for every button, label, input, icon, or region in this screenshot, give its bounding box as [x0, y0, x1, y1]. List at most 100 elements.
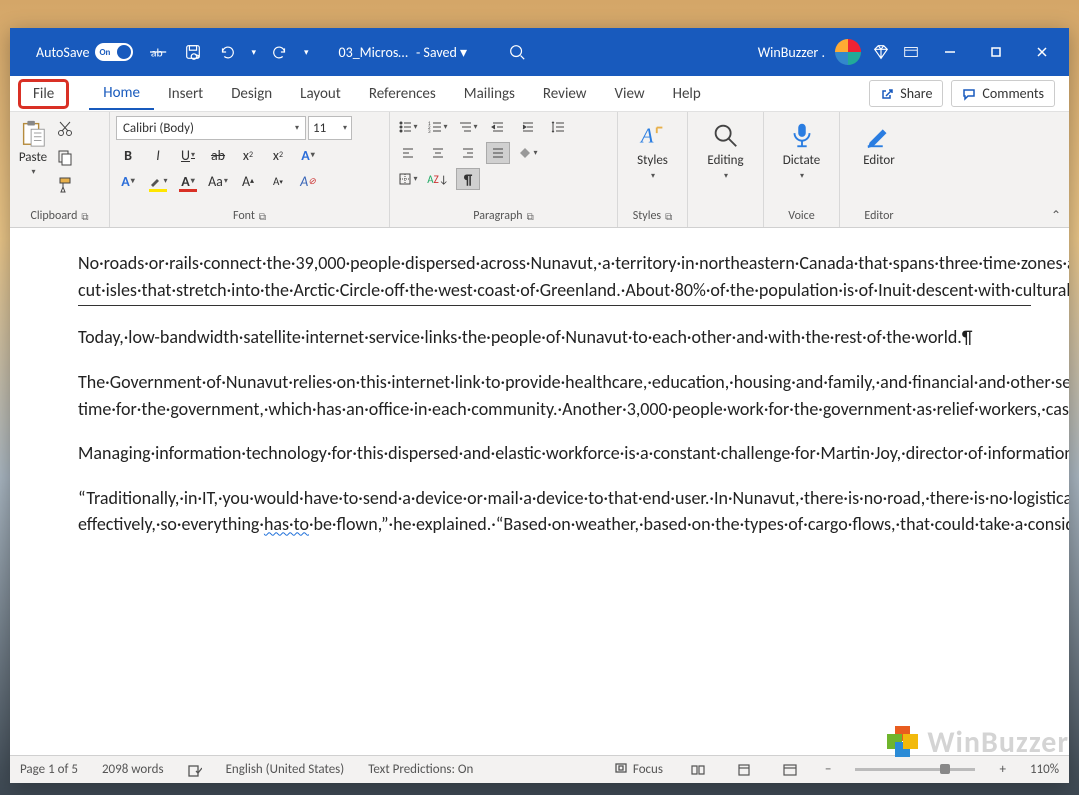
subscript-button[interactable]: x2: [236, 144, 260, 166]
tab-view[interactable]: View: [601, 79, 659, 109]
align-center-button[interactable]: [426, 142, 450, 164]
font-color-button[interactable]: A▾: [176, 170, 200, 192]
multilevel-button[interactable]: ▾: [456, 116, 480, 138]
document-area[interactable]: No·roads·or·rails·connect·the·39,000·peo…: [10, 228, 1069, 755]
undo-dropdown[interactable]: ▾: [251, 47, 256, 58]
web-layout-icon[interactable]: [779, 761, 801, 779]
cut-icon[interactable]: [56, 120, 74, 142]
dictate-button[interactable]: Dictate▾: [773, 116, 830, 185]
group-font: Calibri (Body)▾ 11▾ B I U▾ ab x2 x2 A▾ A…: [110, 112, 390, 227]
superscript-button[interactable]: x2: [266, 144, 290, 166]
avatar[interactable]: [835, 39, 861, 65]
tab-design[interactable]: Design: [217, 79, 286, 109]
group-paragraph: ▾ 123▾ ▾ ▾ ▾: [390, 112, 618, 227]
tab-help[interactable]: Help: [659, 79, 715, 109]
clipboard-launcher[interactable]: ⧉: [81, 210, 88, 223]
align-right-button[interactable]: [456, 142, 480, 164]
editor-button[interactable]: Editor: [853, 116, 905, 172]
status-bar: Page 1 of 5 2098 words English (United S…: [10, 755, 1069, 783]
sort-button[interactable]: AZ↓: [426, 168, 450, 190]
text-predictions[interactable]: Text Predictions: On: [368, 762, 473, 777]
font-color2-button[interactable]: A▾: [116, 170, 140, 192]
svg-text:3: 3: [428, 129, 431, 134]
highlight-button[interactable]: ▾: [146, 170, 170, 192]
minimize-button[interactable]: [927, 28, 973, 76]
styles-launcher[interactable]: ⧉: [665, 210, 672, 223]
read-mode-icon[interactable]: [687, 761, 709, 779]
italic-button[interactable]: I: [146, 144, 170, 166]
copy-icon[interactable]: [56, 148, 74, 170]
group-editing: Editing▾ .: [688, 112, 764, 227]
paragraph-3: The·Government·of·Nunavut·relies·on·this…: [78, 369, 1031, 422]
justify-button[interactable]: [486, 142, 510, 164]
zoom-slider[interactable]: [855, 768, 975, 771]
tab-references[interactable]: References: [355, 79, 450, 109]
shading-button[interactable]: ▾: [516, 142, 540, 164]
text-effects-button[interactable]: A▾: [296, 144, 320, 166]
page-indicator[interactable]: Page 1 of 5: [20, 762, 78, 777]
share-button[interactable]: Share: [869, 80, 943, 107]
diamond-icon[interactable]: [871, 42, 891, 62]
editor-label: Editor: [864, 209, 893, 223]
tab-file[interactable]: File: [18, 79, 69, 109]
paragraph-launcher[interactable]: ⧉: [527, 210, 534, 223]
increase-indent-button[interactable]: [516, 116, 540, 138]
grammar-suggestion[interactable]: has·to: [264, 513, 309, 535]
clipboard-label: Clipboard: [30, 209, 77, 223]
tab-home[interactable]: Home: [89, 78, 154, 110]
grow-font-button[interactable]: A▴: [236, 170, 260, 192]
spellcheck-icon[interactable]: [188, 763, 202, 777]
redo-icon[interactable]: [270, 42, 290, 62]
strikethrough-icon[interactable]: ab: [149, 42, 169, 62]
document-name: 03_Micros…: [339, 44, 408, 61]
zoom-in[interactable]: +: [999, 762, 1005, 777]
language-indicator[interactable]: English (United States): [226, 762, 345, 777]
save-status[interactable]: - Saved ▾: [416, 44, 467, 61]
font-name-combo[interactable]: Calibri (Body)▾: [116, 116, 306, 140]
borders-button[interactable]: ▾: [396, 168, 420, 190]
save-icon[interactable]: [183, 42, 203, 62]
clear-format-button[interactable]: A⊘: [296, 170, 320, 192]
format-painter-icon[interactable]: [56, 176, 74, 198]
line-spacing-button[interactable]: [546, 116, 570, 138]
comments-button[interactable]: Comments: [951, 80, 1055, 107]
font-launcher[interactable]: ⧉: [259, 210, 266, 223]
change-case-button[interactable]: Aa▾: [206, 170, 230, 192]
print-layout-icon[interactable]: [733, 761, 755, 779]
editing-button[interactable]: Editing▾: [697, 116, 753, 185]
paragraph-5: “Traditionally,·in·IT,·you·would·have·to…: [78, 485, 1031, 538]
search-icon[interactable]: [507, 42, 527, 62]
numbering-button[interactable]: 123▾: [426, 116, 450, 138]
tab-mailings[interactable]: Mailings: [450, 79, 529, 109]
shrink-font-button[interactable]: A▾: [266, 170, 290, 192]
undo-icon[interactable]: [217, 42, 237, 62]
bold-button[interactable]: B: [116, 144, 140, 166]
autosave-toggle[interactable]: On: [95, 43, 133, 61]
focus-mode[interactable]: Focus: [614, 761, 663, 779]
toggle-knob: [117, 45, 131, 59]
svg-text:ab: ab: [151, 47, 163, 61]
word-count[interactable]: 2098 words: [102, 762, 164, 777]
font-size-combo[interactable]: 11▾: [308, 116, 352, 140]
zoom-level[interactable]: 110%: [1030, 762, 1059, 777]
user-name[interactable]: WinBuzzer .: [758, 44, 825, 61]
tab-review[interactable]: Review: [529, 79, 601, 109]
group-styles: A Styles▾ Styles ⧉: [618, 112, 688, 227]
show-marks-button[interactable]: ¶: [456, 168, 480, 190]
strikethrough-button[interactable]: ab: [206, 144, 230, 166]
zoom-out[interactable]: −: [825, 762, 831, 777]
styles-label: Styles: [633, 209, 661, 223]
ribbon-mode-icon[interactable]: [901, 42, 921, 62]
styles-button[interactable]: A Styles▾: [627, 116, 678, 185]
close-button[interactable]: [1019, 28, 1065, 76]
tab-insert[interactable]: Insert: [154, 79, 217, 109]
qat-customize[interactable]: ▾: [304, 47, 309, 58]
tab-layout[interactable]: Layout: [286, 79, 355, 109]
bullets-button[interactable]: ▾: [396, 116, 420, 138]
paste-button[interactable]: Paste ▾: [16, 116, 50, 179]
underline-button[interactable]: U▾: [176, 144, 200, 166]
collapse-ribbon-icon[interactable]: ⌃: [1051, 208, 1061, 223]
decrease-indent-button[interactable]: [486, 116, 510, 138]
align-left-button[interactable]: [396, 142, 420, 164]
maximize-button[interactable]: [973, 28, 1019, 76]
